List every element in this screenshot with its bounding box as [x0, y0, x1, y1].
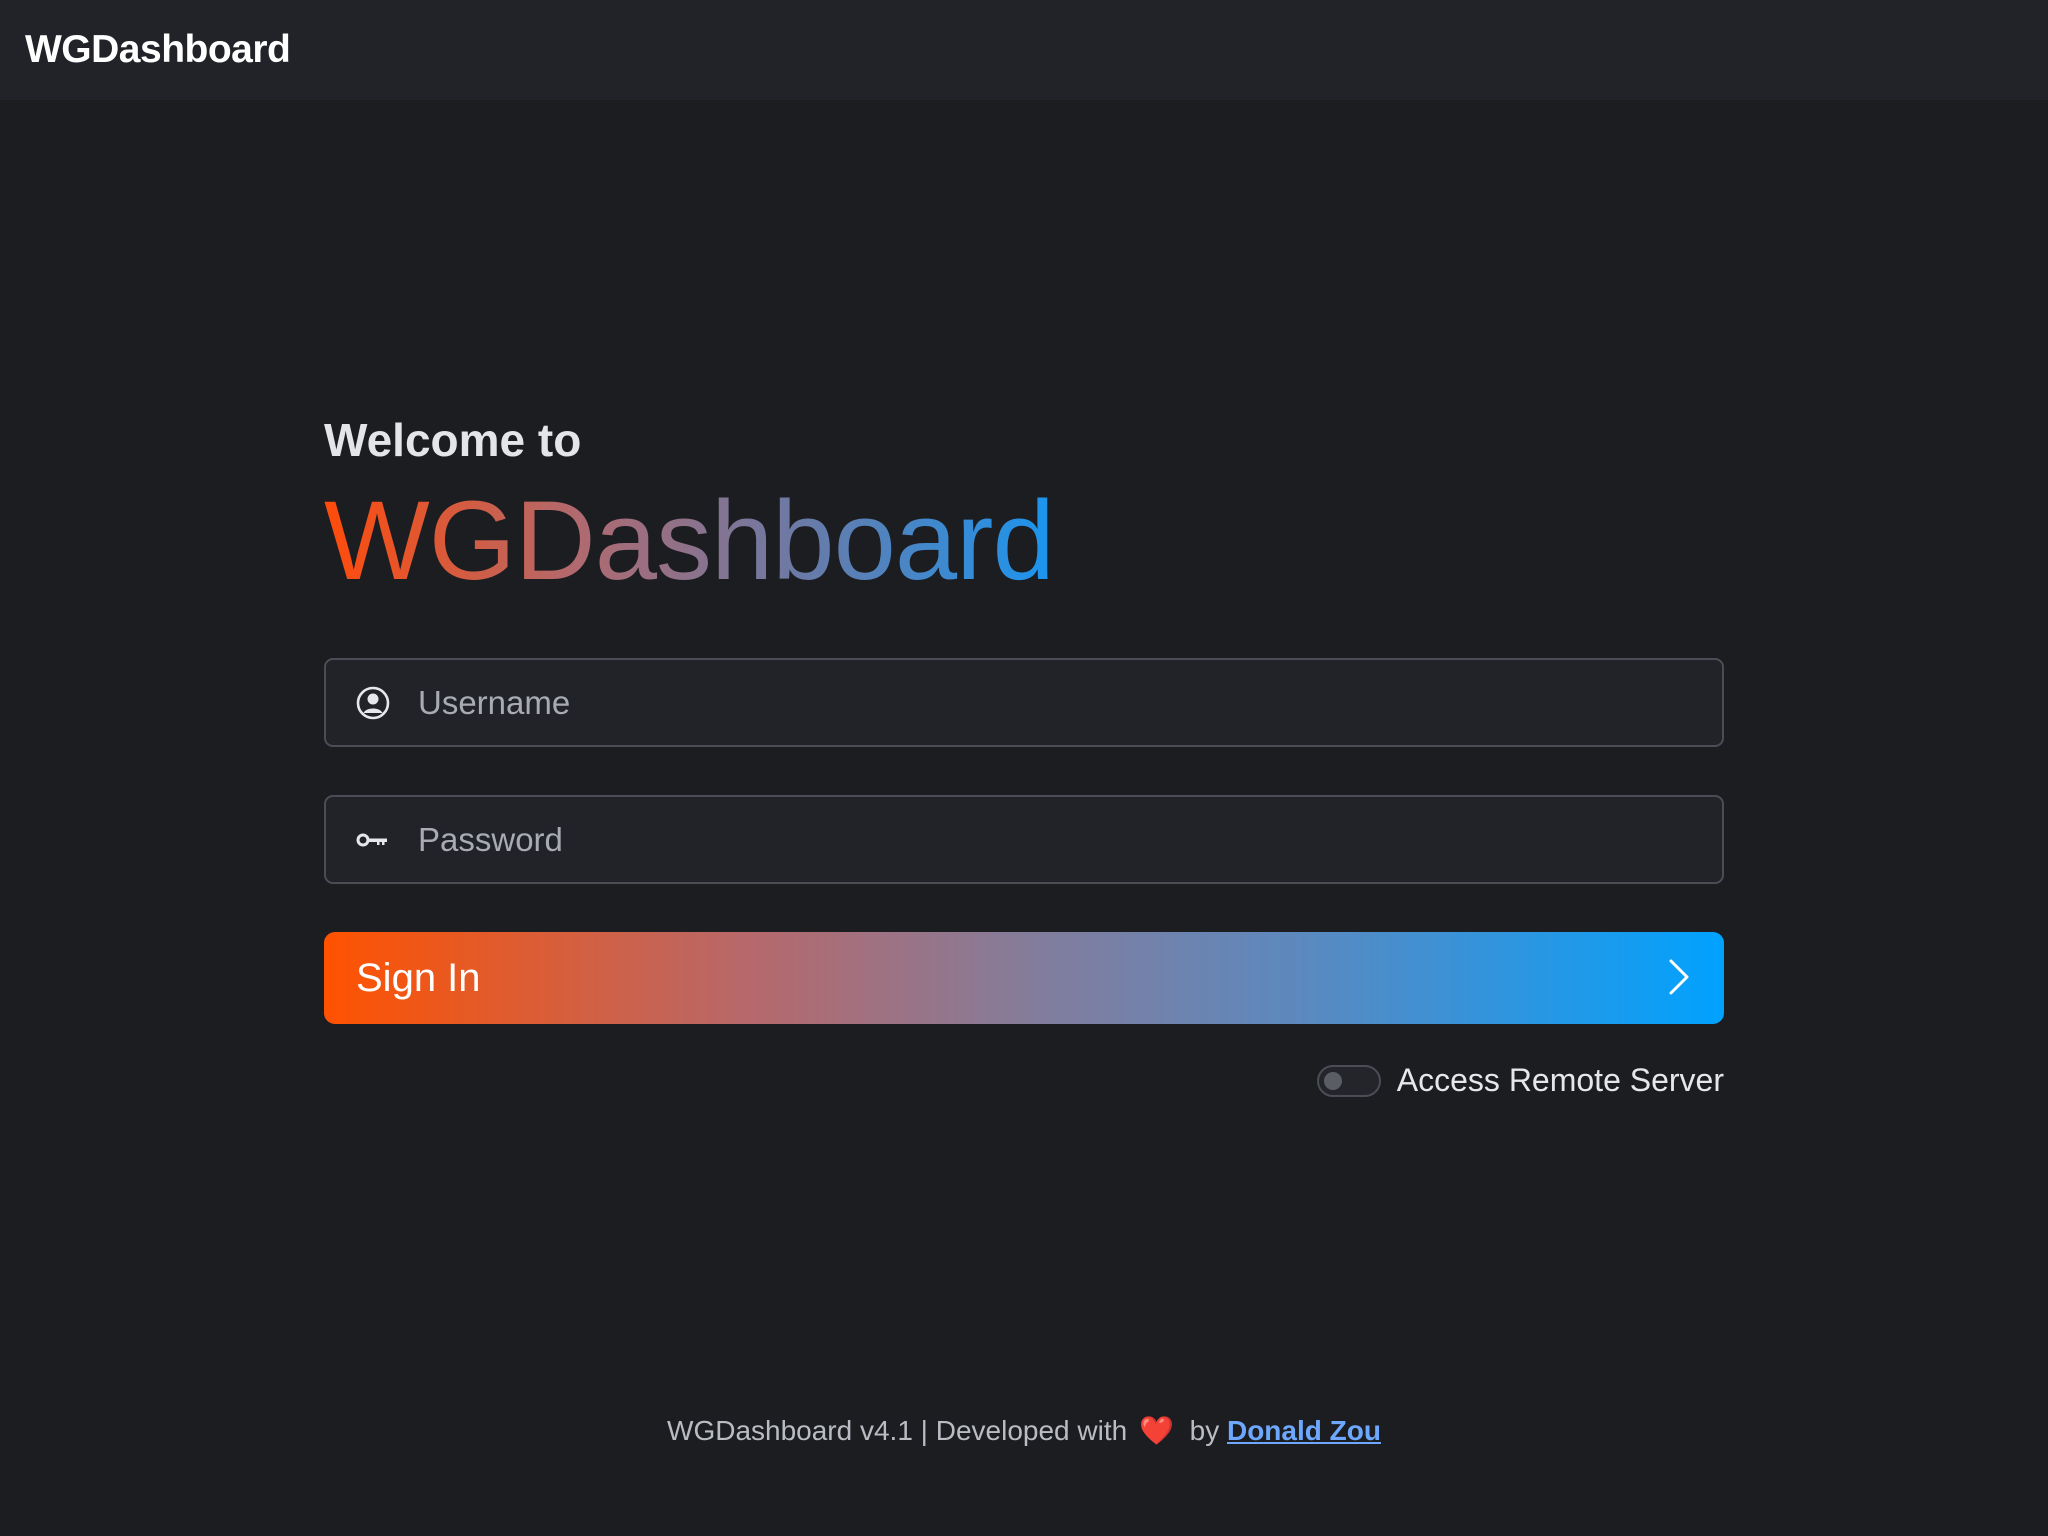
- login-form: Welcome to WGDashboard Sign In: [324, 410, 1724, 1099]
- footer: WGDashboard v4.1 | Developed with ❤️ by …: [0, 1414, 2048, 1447]
- remote-server-toggle[interactable]: [1316, 1064, 1381, 1097]
- welcome-heading: Welcome to: [324, 414, 582, 466]
- toggle-knob: [1323, 1071, 1342, 1090]
- chevron-right-icon: [1666, 957, 1692, 1000]
- user-circle-icon: [354, 684, 392, 722]
- username-input[interactable]: [418, 660, 1722, 745]
- author-link[interactable]: Donald Zou: [1227, 1415, 1381, 1446]
- username-field[interactable]: [324, 658, 1724, 747]
- sign-in-label: Sign In: [356, 955, 481, 1000]
- password-field[interactable]: [324, 795, 1724, 884]
- key-icon: [354, 821, 392, 859]
- heart-icon: ❤️: [1138, 1415, 1174, 1446]
- sign-in-button[interactable]: Sign In: [324, 932, 1724, 1024]
- footer-text: WGDashboard v4.1 | Developed with: [667, 1415, 1128, 1446]
- footer-by: by: [1189, 1415, 1220, 1446]
- top-navbar: WGDashboard: [0, 0, 2048, 100]
- password-input[interactable]: [418, 797, 1722, 882]
- remote-server-option: Access Remote Server: [324, 1062, 1724, 1099]
- navbar-brand[interactable]: WGDashboard: [25, 28, 291, 72]
- remote-server-label[interactable]: Access Remote Server: [1397, 1062, 1724, 1099]
- app-title: WGDashboard: [324, 476, 1055, 606]
